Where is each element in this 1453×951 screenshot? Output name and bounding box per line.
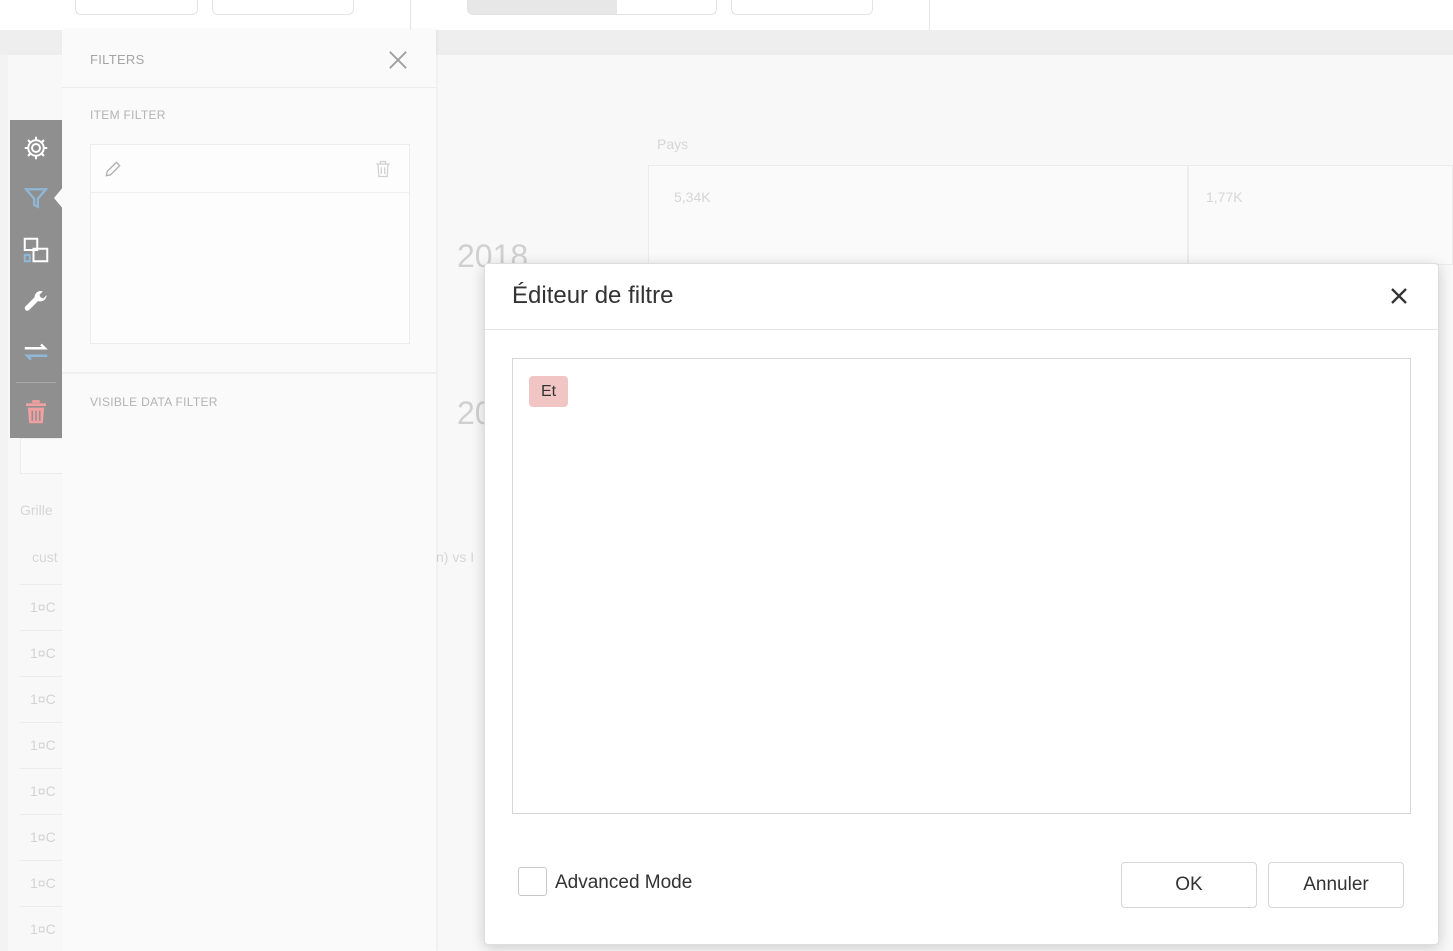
advanced-mode-checkbox[interactable] — [518, 867, 547, 896]
wrench-icon — [24, 291, 47, 311]
gear-icon — [24, 136, 48, 160]
cancel-button[interactable]: Annuler — [1268, 862, 1404, 908]
bg-pays-label: Pays — [657, 136, 689, 152]
group-operator-chip[interactable]: Et — [529, 376, 569, 407]
background-top-toolbar — [0, 0, 1453, 30]
bg-toolbar-separator — [410, 0, 411, 30]
bg-toolbar-button — [731, 0, 873, 15]
bg-value-2: 1,77K — [1206, 189, 1243, 205]
wrench-tool[interactable] — [10, 276, 62, 328]
swap-icon — [24, 343, 48, 361]
settings-tool[interactable] — [10, 122, 62, 174]
bg-card — [1188, 165, 1453, 265]
bg-grid-label: Grille — [20, 502, 53, 518]
item-toolbar — [10, 120, 64, 438]
filters-panel: FILTERS ITEM FILTER VISIBLE DATA FILTER — [62, 30, 436, 951]
layout-tool[interactable] — [10, 224, 62, 276]
section-divider — [62, 372, 436, 374]
bg-value-1: 5,34K — [674, 189, 711, 205]
layout-icon — [23, 237, 49, 263]
ok-button[interactable]: OK — [1121, 862, 1257, 908]
bg-toolbar-button — [75, 0, 198, 15]
filter-editor-dialog: Éditeur de filtre Et Advanced Mode OK An… — [484, 263, 1439, 945]
bg-column-header: n) vs I — [436, 549, 475, 565]
filter-builder-area[interactable]: Et — [512, 358, 1411, 814]
bg-toolbar-progress — [467, 0, 717, 15]
bg-toolbar-button — [212, 0, 354, 15]
swap-tool[interactable] — [10, 326, 62, 378]
bg-column-header: cust — [32, 549, 58, 565]
item-filter-box[interactable] — [90, 144, 410, 344]
dialog-header: Éditeur de filtre — [485, 264, 1438, 330]
trash-icon[interactable] — [373, 158, 393, 180]
dialog-title: Éditeur de filtre — [512, 282, 674, 309]
item-filter-label: ITEM FILTER — [90, 108, 166, 122]
filters-panel-header: FILTERS — [62, 30, 436, 88]
item-filter-toolbar — [91, 145, 409, 193]
visible-data-filter-label: VISIBLE DATA FILTER — [90, 395, 218, 409]
advanced-mode-label: Advanced Mode — [555, 872, 693, 893]
delete-icon — [26, 400, 46, 424]
filters-panel-title: FILTERS — [90, 52, 145, 67]
bg-toolbar-separator — [929, 0, 930, 30]
filter-icon — [23, 188, 49, 209]
toolbar-divider — [16, 382, 56, 383]
bg-card — [648, 165, 1188, 265]
delete-tool[interactable] — [10, 386, 62, 438]
bg-card — [20, 438, 64, 474]
edit-icon[interactable] — [103, 159, 123, 179]
close-icon[interactable] — [384, 46, 412, 74]
close-icon[interactable] — [1385, 282, 1413, 310]
